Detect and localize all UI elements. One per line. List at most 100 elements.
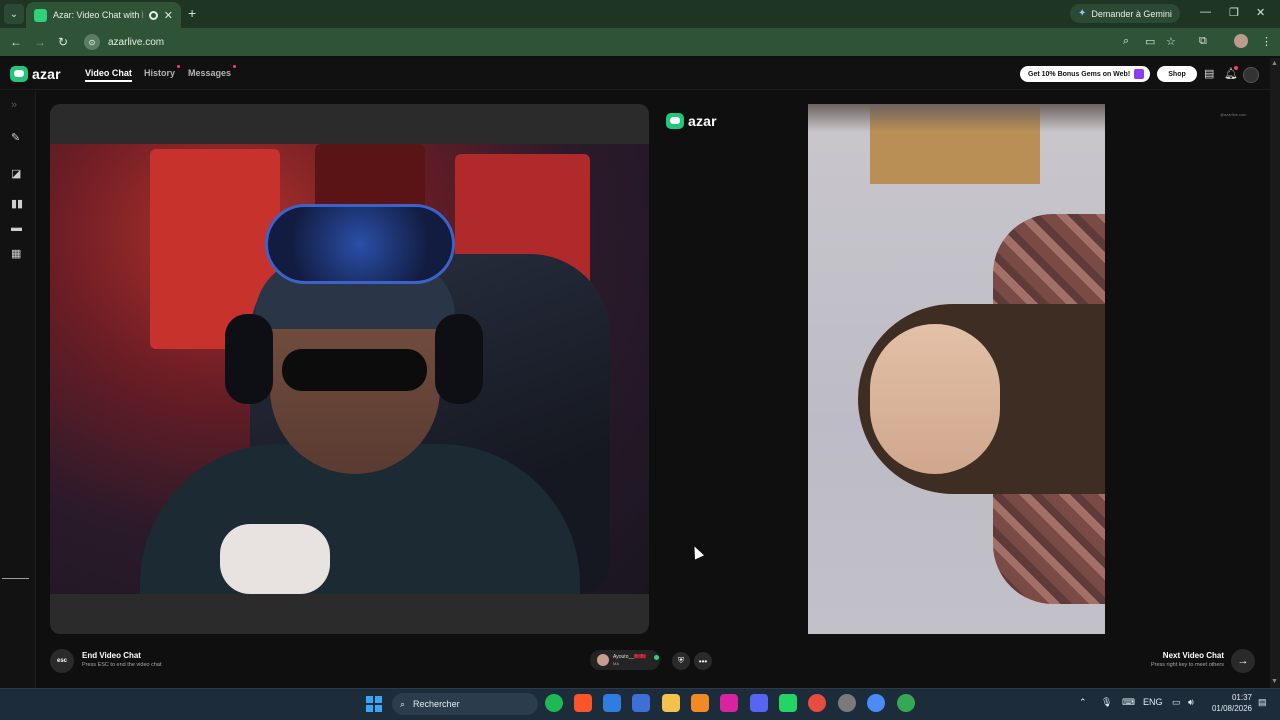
url-text: azarlive.com <box>108 36 165 48</box>
remote-azar-logo: azar <box>666 113 717 129</box>
headset-right <box>435 314 483 404</box>
store-icon[interactable] <box>632 694 650 712</box>
menu-dots-icon[interactable]: ⋮ <box>1261 35 1272 48</box>
nav-video-chat[interactable]: Video Chat <box>85 68 132 82</box>
notification-center-icon[interactable]: ▤ <box>1258 697 1267 708</box>
chrome-profile-icon[interactable] <box>838 694 856 712</box>
remote-face <box>870 324 1000 474</box>
volume-icon[interactable]: 🔊︎ <box>1188 697 1194 708</box>
azar-logo[interactable]: azar <box>10 66 61 82</box>
clock-time: 01:37 <box>1231 693 1252 702</box>
online-status-dot <box>654 655 659 660</box>
inbox-icon[interactable]: ▤ <box>1204 67 1214 80</box>
tab-search-button[interactable]: ⌄ <box>4 4 24 24</box>
minimize-button[interactable]: — <box>1200 6 1211 18</box>
layout-side-by-side-icon[interactable]: ▮▮ <box>11 197 23 210</box>
layout-stacked-icon[interactable]: ▬ <box>11 222 22 234</box>
windows-start-icon[interactable] <box>366 696 382 712</box>
profile-avatar[interactable] <box>1234 34 1248 48</box>
remote-logo-text: azar <box>688 113 717 129</box>
scroll-down-icon[interactable]: ▼ <box>1271 678 1278 685</box>
headset-left <box>225 314 273 404</box>
brave-icon[interactable] <box>574 694 592 712</box>
taskbar-search[interactable]: ⌕ Rechercher <box>392 693 538 715</box>
discord-icon[interactable] <box>750 694 768 712</box>
cast-icon[interactable]: ▭ <box>1145 35 1155 48</box>
nav-history[interactable]: History <box>144 65 181 78</box>
keyboard-icon[interactable]: ⌨ <box>1122 697 1135 708</box>
chrome-active-icon[interactable] <box>897 694 915 712</box>
language-indicator[interactable]: ENG <box>1143 697 1163 707</box>
gift-icon <box>1134 69 1144 79</box>
recording-icon <box>148 10 158 20</box>
next-chat-button[interactable]: → <box>1231 649 1255 673</box>
url-field[interactable]: ⊙ azarlive.com <box>80 32 1150 52</box>
chat-button[interactable]: ••• <box>694 652 712 670</box>
mouse-cursor-icon <box>689 544 705 560</box>
layout-grid-icon[interactable]: ▦ <box>11 247 21 260</box>
zoom-icon[interactable]: ⌕ <box>1123 35 1129 48</box>
end-chat-title: End Video Chat <box>82 651 141 660</box>
close-window-button[interactable]: ✕ <box>1256 6 1265 19</box>
clock-date: 01/08/2026 <box>1211 704 1252 713</box>
new-tab-button[interactable]: + <box>188 5 196 21</box>
taskbar-clock[interactable]: 01:37 01/08/2026 <box>1206 692 1252 714</box>
report-shield-button[interactable]: ⛨ <box>672 652 690 670</box>
app-header: azar Video Chat History Messages Get 10%… <box>0 58 1270 90</box>
chrome-icon[interactable] <box>808 694 826 712</box>
maximize-button[interactable]: ❐ <box>1229 6 1239 19</box>
effects-wand-icon[interactable]: ✎ <box>11 131 20 144</box>
esc-label: esc <box>56 658 67 664</box>
forward-icon[interactable]: → <box>34 35 46 49</box>
instagram-icon[interactable] <box>720 694 738 712</box>
file-explorer-icon[interactable] <box>662 694 680 712</box>
shield-icon: ⛨ <box>678 656 684 665</box>
vlc-icon[interactable] <box>691 694 709 712</box>
end-chat-button[interactable]: esc <box>50 649 74 673</box>
extensions-icon[interactable]: ⧉ <box>1199 35 1207 48</box>
filter-icon[interactable]: ◪ <box>11 167 21 180</box>
sunglasses <box>282 349 427 391</box>
nav-messages-label: Messages <box>188 68 232 78</box>
bonus-gems-button[interactable]: Get 10% Bonus Gems on Web! <box>1020 66 1150 82</box>
microphone-icon[interactable]: 🎙︎ <box>1101 697 1112 708</box>
site-info-icon[interactable]: ⊙ <box>84 34 100 50</box>
azar-logo-icon <box>10 66 28 82</box>
end-chat-hint: Press ESC to end the video chat <box>82 662 162 668</box>
gemini-button[interactable]: ✦ Demander à Gemini <box>1070 4 1180 23</box>
gemini-label: Demander à Gemini <box>1091 8 1172 19</box>
spotify-icon[interactable] <box>545 694 563 712</box>
azar-favicon-icon <box>34 8 47 22</box>
browser-tab[interactable]: Azar: Video Chat with New ✕ <box>26 2 181 28</box>
scroll-up-icon[interactable]: ▲ <box>1271 60 1278 67</box>
logo-text: azar <box>32 66 61 82</box>
whatsapp-icon[interactable] <box>779 694 797 712</box>
close-tab-icon[interactable]: ✕ <box>164 9 173 22</box>
page-scrollbar[interactable] <box>1270 58 1280 688</box>
shirt-print <box>220 524 330 594</box>
history-badge <box>177 65 181 68</box>
promo-label: Get 10% Bonus Gems on Web! <box>1028 70 1131 78</box>
top-shadow <box>808 104 1105 132</box>
chrome-canary-icon[interactable] <box>867 694 885 712</box>
tab-title: Azar: Video Chat with New <box>53 10 143 20</box>
shop-button[interactable]: Shop <box>1157 66 1197 82</box>
tray-overflow-icon[interactable]: ⌃ <box>1079 697 1087 708</box>
search-icon: ⌕ <box>400 698 406 709</box>
shop-label: Shop <box>1168 70 1186 78</box>
remote-video-feed <box>808 104 1105 634</box>
nav-history-label: History <box>144 68 176 78</box>
network-icon[interactable]: ▭ <box>1172 697 1181 708</box>
messages-badge <box>233 65 237 68</box>
reload-icon[interactable]: ↻ <box>58 35 68 49</box>
gemini-icon: ✦ <box>1078 8 1087 19</box>
defender-icon[interactable] <box>603 694 621 712</box>
nav-messages[interactable]: Messages <box>188 65 237 78</box>
partner-name: Ayouto__🇲🇦🇲🇦 <box>613 654 647 660</box>
partner-country: MA <box>613 661 619 666</box>
user-avatar[interactable] <box>1243 67 1259 83</box>
partner-avatar[interactable] <box>597 654 609 666</box>
back-icon[interactable]: ← <box>10 35 22 49</box>
expand-rail-icon[interactable]: » <box>11 99 17 111</box>
bookmark-star-icon[interactable]: ☆ <box>1166 35 1176 48</box>
